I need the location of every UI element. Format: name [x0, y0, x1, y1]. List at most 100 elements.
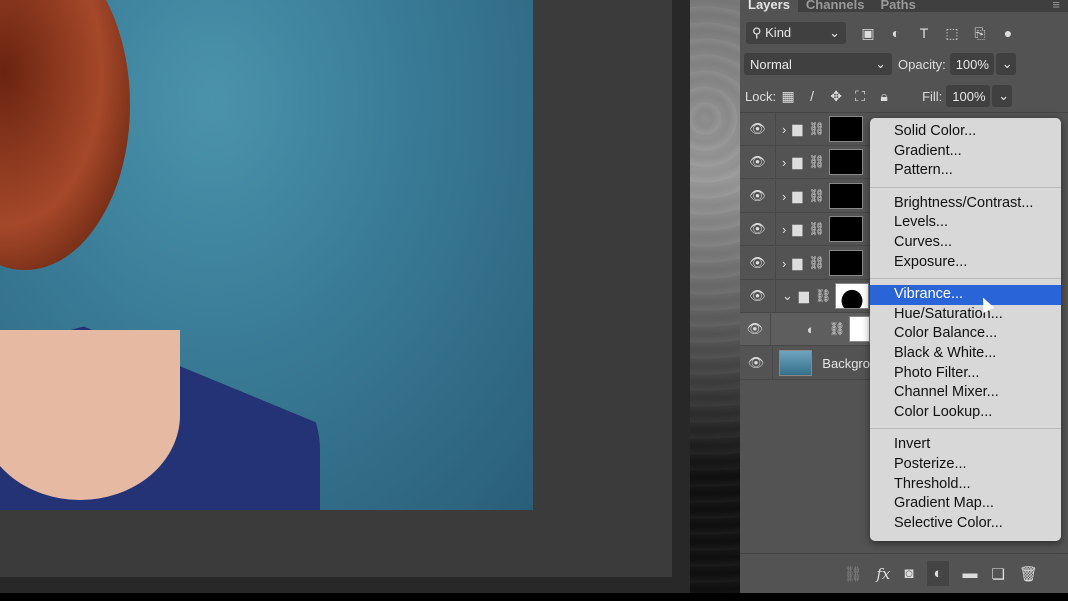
- lock-position-icon[interactable]: ✥: [824, 88, 848, 105]
- layer-mask-thumbnail[interactable]: [828, 183, 863, 209]
- link-icon[interactable]: ⛓︎: [815, 288, 832, 304]
- layer-mask-thumbnail[interactable]: [828, 250, 863, 276]
- new-layer-icon[interactable]: ❏: [992, 565, 1005, 583]
- lock-brush-icon[interactable]: /: [800, 88, 824, 104]
- layer-group-expanded[interactable]: 👁︎ ⌄ ▆ ⛓︎: [740, 280, 870, 313]
- layer-mask-thumbnail[interactable]: [828, 149, 863, 175]
- link-icon[interactable]: ⛓︎: [829, 321, 846, 337]
- lock-label: Lock:: [745, 88, 777, 104]
- lock-artboard-icon[interactable]: ⛶: [848, 88, 872, 105]
- menu-item[interactable]: Gradient...: [870, 142, 1061, 162]
- shape-filter-icon[interactable]: ⬚: [938, 25, 966, 42]
- eye-icon[interactable]: 👁︎: [740, 280, 776, 312]
- opacity-input[interactable]: 100%: [949, 53, 994, 75]
- menu-item[interactable]: Threshold...: [870, 475, 1061, 495]
- menu-item[interactable]: Vibrance...: [870, 285, 1061, 305]
- filter-kind-select[interactable]: ⚲ Kind ⌄: [746, 22, 846, 44]
- menu-item[interactable]: Gradient Map...: [870, 494, 1061, 514]
- menu-item[interactable]: Curves...: [870, 233, 1061, 253]
- folder-open-icon: ▆: [798, 288, 809, 303]
- menu-separator: [870, 428, 1061, 430]
- menu-item[interactable]: Invert: [870, 435, 1061, 455]
- menu-item[interactable]: Selective Color...: [870, 514, 1061, 534]
- eye-icon[interactable]: 👁︎: [740, 113, 776, 145]
- layer-mask-thumbnail[interactable]: [849, 316, 870, 342]
- tab-paths[interactable]: Paths: [872, 0, 923, 12]
- menu-item[interactable]: Solid Color...: [870, 122, 1061, 142]
- trash-icon[interactable]: 🗑︎: [1019, 565, 1038, 583]
- menu-item[interactable]: Exposure...: [870, 253, 1061, 273]
- opacity-dropdown[interactable]: ⌄: [995, 53, 1016, 75]
- fill-input[interactable]: 100%: [946, 85, 991, 107]
- layer-group[interactable]: 👁︎ › ▆ ⛓︎: [740, 213, 870, 246]
- menu-item[interactable]: Hue/Saturation...: [870, 305, 1061, 325]
- menu-item[interactable]: Color Balance...: [870, 324, 1061, 344]
- layer-name: Backgro: [822, 355, 870, 371]
- mask-icon[interactable]: ◙: [904, 565, 913, 582]
- layer-background[interactable]: 👁︎ Backgro: [740, 347, 870, 380]
- filter-value: Kind: [765, 25, 792, 40]
- eye-icon[interactable]: 👁︎: [740, 180, 776, 212]
- layer-group[interactable]: 👁︎ › ▆ ⛓︎: [740, 247, 870, 280]
- lock-all-icon[interactable]: 🔒︎: [872, 88, 896, 105]
- chevron-right-icon[interactable]: ›: [782, 256, 786, 271]
- filter-toggle[interactable]: ●: [994, 25, 1022, 41]
- adjustment-layer-menu: Solid Color... Gradient... Pattern... Brigh…: [870, 118, 1061, 541]
- link-icon[interactable]: ⛓︎: [808, 255, 825, 271]
- tab-channels[interactable]: Channels: [798, 0, 873, 12]
- menu-item[interactable]: Color Lookup...: [870, 403, 1061, 423]
- eye-icon[interactable]: 👁︎: [740, 347, 774, 379]
- canvas-area: [0, 0, 690, 593]
- folder-icon[interactable]: ▬: [963, 565, 978, 582]
- menu-separator: [870, 186, 1061, 188]
- type-filter-icon[interactable]: T: [910, 25, 938, 41]
- layer-group[interactable]: 👁︎ › ▆ ⛓︎: [740, 180, 870, 213]
- menu-item[interactable]: Brightness/Contrast...: [870, 194, 1061, 214]
- layer-mask-thumbnail[interactable]: [828, 116, 863, 142]
- layer-adjustment[interactable]: 👁︎ ◐ ⛓︎: [740, 313, 870, 346]
- eye-icon[interactable]: 👁︎: [740, 213, 776, 245]
- chevron-right-icon[interactable]: ›: [782, 189, 786, 204]
- eye-icon[interactable]: 👁︎: [740, 313, 771, 345]
- link-icon[interactable]: ⛓︎: [808, 154, 825, 170]
- adjustment-icon[interactable]: ◐: [927, 561, 949, 586]
- eye-icon[interactable]: 👁︎: [740, 247, 776, 279]
- folder-icon: ▆: [792, 255, 803, 270]
- link-icon[interactable]: ⛓︎: [808, 121, 825, 137]
- chevron-right-icon[interactable]: ›: [782, 122, 786, 137]
- layer-group[interactable]: 👁︎ › ▆ ⛓︎: [740, 113, 870, 146]
- link-icon[interactable]: ⛓︎: [808, 221, 825, 237]
- lock-transparent-icon[interactable]: ▦: [776, 88, 800, 105]
- fx-icon[interactable]: fx: [876, 565, 890, 583]
- folder-icon: ▆: [792, 121, 803, 136]
- chevron-right-icon[interactable]: ›: [782, 222, 786, 237]
- menu-item[interactable]: Photo Filter...: [870, 364, 1061, 384]
- adjustment-filter-icon[interactable]: ◐: [882, 25, 910, 41]
- layer-thumbnail[interactable]: [779, 350, 813, 376]
- layer-mask-thumbnail[interactable]: [835, 283, 870, 309]
- menu-item[interactable]: Black & White...: [870, 344, 1061, 364]
- menu-item[interactable]: Posterize...: [870, 455, 1061, 475]
- photo-canvas[interactable]: [0, 0, 533, 510]
- layer-mask-thumbnail[interactable]: [828, 216, 863, 242]
- link-icon[interactable]: ⛓︎: [808, 188, 825, 204]
- link-icon[interactable]: ⛓︎: [843, 565, 862, 583]
- pixel-filter-icon[interactable]: ▣: [854, 25, 882, 42]
- smart-object-filter-icon[interactable]: ⎘: [966, 25, 994, 42]
- blend-mode-select[interactable]: Normal ⌄: [744, 53, 892, 75]
- layer-group[interactable]: 👁︎ › ▆ ⛓︎: [740, 146, 870, 179]
- tab-layers[interactable]: Layers: [740, 0, 798, 12]
- fill-dropdown[interactable]: ⌄: [992, 85, 1013, 107]
- menu-item[interactable]: Channel Mixer...: [870, 383, 1061, 403]
- folder-icon: ▆: [792, 221, 803, 236]
- folder-icon: ▆: [792, 188, 803, 203]
- eye-icon[interactable]: 👁︎: [740, 146, 776, 178]
- layers-bottom-toolbar: ⛓︎ fx ◙ ◐ ▬ ❏ 🗑︎: [740, 553, 1068, 593]
- menu-item[interactable]: Pattern...: [870, 161, 1061, 181]
- chevron-right-icon[interactable]: ›: [782, 155, 786, 170]
- folder-icon: ▆: [792, 154, 803, 169]
- menu-item[interactable]: Levels...: [870, 213, 1061, 233]
- chevron-down-icon[interactable]: ⌄: [782, 288, 793, 304]
- panel-menu-icon[interactable]: ≡: [1044, 0, 1068, 12]
- adjustment-icon: ◐: [806, 321, 815, 337]
